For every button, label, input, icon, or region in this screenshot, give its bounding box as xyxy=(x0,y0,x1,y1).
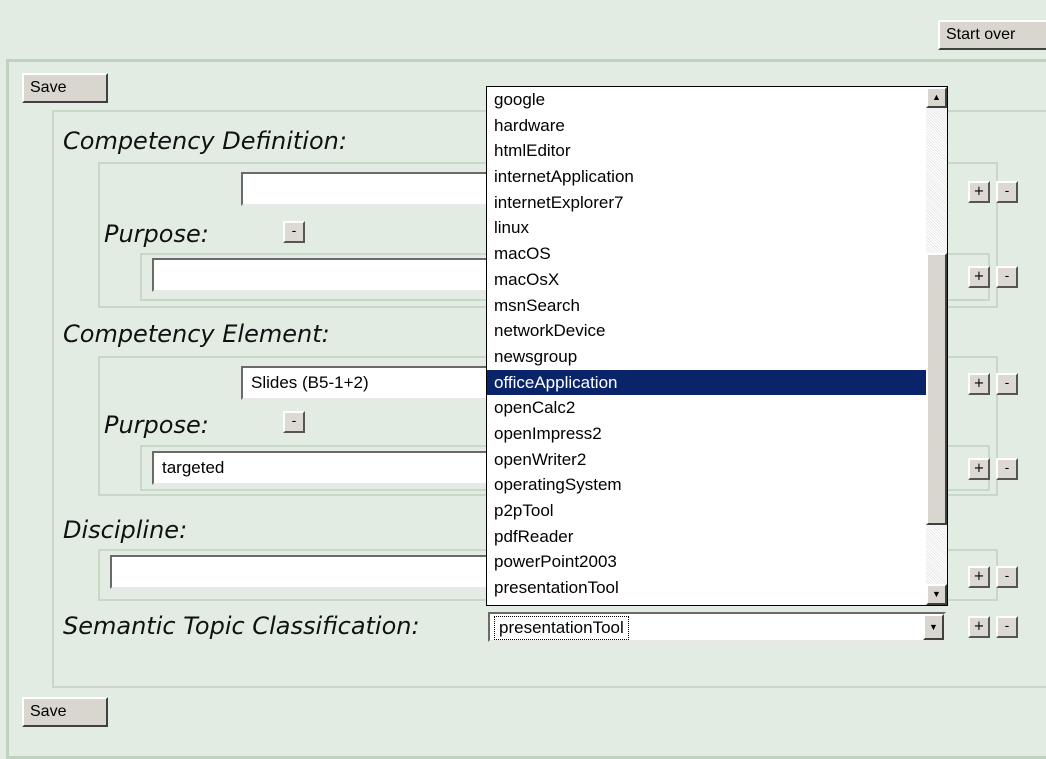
chevron-down-icon[interactable]: ▼ xyxy=(923,614,944,640)
scrollbar-thumb[interactable] xyxy=(926,253,947,525)
dropdown-option[interactable]: operatingSystem xyxy=(487,472,927,498)
scroll-down-icon[interactable]: ▼ xyxy=(926,584,947,605)
competency-element-heading: Competency Element: xyxy=(63,320,330,348)
dropdown-option[interactable]: htmlEditor xyxy=(487,138,927,164)
dropdown-option[interactable]: macOS xyxy=(487,241,927,267)
save-button-bottom[interactable]: Save xyxy=(22,697,108,727)
competency-element-purpose-remove-button[interactable]: - xyxy=(283,411,305,433)
dropdown-option[interactable]: networkDevice xyxy=(487,318,927,344)
dropdown-options: google hardware htmlEditor internetApplicat… xyxy=(487,87,927,601)
save-button-top[interactable]: Save xyxy=(22,73,108,103)
dropdown-option[interactable]: internetApplication xyxy=(487,164,927,190)
competency-definition-purpose-add-button[interactable]: + xyxy=(968,266,990,288)
discipline-input[interactable] xyxy=(110,555,500,589)
dropdown-option[interactable]: newsgroup xyxy=(487,344,927,370)
competency-definition-purpose-input[interactable] xyxy=(152,258,502,292)
discipline-remove-button[interactable]: - xyxy=(996,566,1018,588)
dropdown-option[interactable]: presentationTool xyxy=(487,575,927,601)
competency-definition-purpose-label: Purpose: xyxy=(104,220,209,248)
dropdown-option[interactable]: macOsX xyxy=(487,267,927,293)
dropdown-option[interactable]: hardware xyxy=(487,113,927,139)
competency-element-purpose-label: Purpose: xyxy=(104,411,209,439)
dropdown-option[interactable]: openWriter2 xyxy=(487,447,927,473)
semantic-topic-dropdown-list[interactable]: google hardware htmlEditor internetApplicat… xyxy=(486,86,948,606)
dropdown-option[interactable]: openImpress2 xyxy=(487,421,927,447)
competency-element-input[interactable]: Slides (B5-1+2) xyxy=(241,366,501,400)
competency-definition-add-button[interactable]: + xyxy=(968,181,990,203)
competency-definition-input[interactable] xyxy=(241,172,501,206)
competency-definition-heading: Competency Definition: xyxy=(63,127,347,155)
competency-definition-remove-button[interactable]: - xyxy=(996,181,1018,203)
dropdown-option[interactable]: powerPoint2003 xyxy=(487,549,927,575)
discipline-heading: Discipline: xyxy=(63,516,188,544)
semantic-topic-heading: Semantic Topic Classification: xyxy=(63,612,420,640)
dropdown-option[interactable]: google xyxy=(487,87,927,113)
dropdown-option[interactable]: linux xyxy=(487,215,927,241)
discipline-add-button[interactable]: + xyxy=(968,566,990,588)
semantic-topic-remove-button[interactable]: - xyxy=(996,616,1018,638)
competency-element-purpose-input[interactable]: targeted xyxy=(152,451,502,485)
dropdown-scrollbar[interactable]: ▲ ▼ xyxy=(926,87,947,605)
dropdown-option[interactable]: officeApplication xyxy=(487,369,927,396)
dropdown-option[interactable]: msnSearch xyxy=(487,293,927,319)
competency-element-add-button[interactable]: + xyxy=(968,373,990,395)
competency-definition-purpose-remove-button-2[interactable]: - xyxy=(996,266,1018,288)
semantic-topic-select[interactable]: presentationTool ▼ xyxy=(488,612,946,642)
dropdown-option[interactable]: pdfReader xyxy=(487,524,927,550)
competency-element-purpose-add-button[interactable]: + xyxy=(968,458,990,480)
scroll-up-icon[interactable]: ▲ xyxy=(926,87,947,108)
competency-definition-purpose-remove-button[interactable]: - xyxy=(283,221,305,243)
competency-element-purpose-remove-button-2[interactable]: - xyxy=(996,458,1018,480)
dropdown-option[interactable]: openCalc2 xyxy=(487,395,927,421)
competency-element-remove-button[interactable]: - xyxy=(996,373,1018,395)
semantic-topic-add-button[interactable]: + xyxy=(968,616,990,638)
dropdown-option[interactable]: p2pTool xyxy=(487,498,927,524)
top-toolbar xyxy=(0,0,1046,57)
semantic-topic-selected-value: presentationTool xyxy=(494,616,629,640)
start-over-button[interactable]: Start over xyxy=(938,20,1046,50)
dropdown-option[interactable]: internetExplorer7 xyxy=(487,190,927,216)
